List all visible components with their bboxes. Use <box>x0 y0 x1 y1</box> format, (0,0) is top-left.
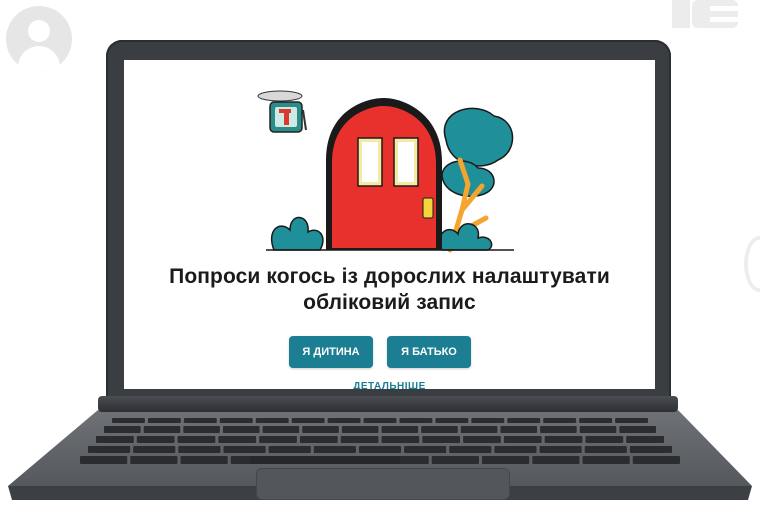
keyboard-key[interactable] <box>222 426 260 433</box>
keyboard-key[interactable] <box>435 418 469 423</box>
keyboard-key[interactable] <box>178 446 221 453</box>
keyboard-key[interactable] <box>460 426 498 433</box>
door-illustration <box>257 90 514 253</box>
keyboard-key[interactable] <box>381 426 419 433</box>
keyboard-key[interactable] <box>482 456 530 464</box>
keyboard-key[interactable] <box>582 456 630 464</box>
page-title-line-2: обліковий запис <box>303 291 476 314</box>
keyboard-key[interactable] <box>544 436 583 443</box>
keyboard-key[interactable] <box>399 418 433 423</box>
keyboard-key[interactable] <box>632 456 680 464</box>
keyboard-key[interactable] <box>381 436 420 443</box>
keyboard-key[interactable] <box>268 446 311 453</box>
keyboard-key[interactable] <box>626 436 664 443</box>
keyboard-key[interactable] <box>340 436 379 443</box>
keyboard-key[interactable] <box>431 456 479 464</box>
keyboard-key[interactable] <box>96 436 134 443</box>
keyboard-key[interactable] <box>143 426 181 433</box>
page-title: Попроси когось із дорослих налаштувати о… <box>124 264 655 316</box>
keyboard-key[interactable] <box>112 418 145 423</box>
keyboard-key[interactable] <box>80 456 128 464</box>
keyboard-key[interactable] <box>471 418 505 423</box>
keyboard-key[interactable] <box>449 446 492 453</box>
keyboard-key[interactable] <box>619 426 656 433</box>
keyboard-key[interactable] <box>543 418 577 423</box>
keyboard-key[interactable] <box>363 418 397 423</box>
app-screen: Попроси когось із дорослих налаштувати о… <box>124 60 655 389</box>
page-title-line-1: Попроси когось із дорослих налаштувати <box>169 265 610 288</box>
spacebar-key[interactable] <box>250 456 400 464</box>
keyboard-key[interactable] <box>180 456 228 464</box>
keyboard-key[interactable] <box>259 436 297 443</box>
keyboard-key[interactable] <box>532 456 580 464</box>
keyboard-key[interactable] <box>136 436 175 443</box>
keyboard-key[interactable] <box>147 418 181 423</box>
keyboard-key[interactable] <box>615 418 648 423</box>
i-am-child-button[interactable]: Я ДИТИНА <box>289 336 373 368</box>
keyboard-key[interactable] <box>223 446 266 453</box>
keyboard-key[interactable] <box>503 436 542 443</box>
keyboard-key[interactable] <box>183 418 217 423</box>
keyboard-key[interactable] <box>584 446 627 453</box>
laptop-mockup: Попроси когось із дорослих налаштувати о… <box>0 0 760 512</box>
keyboard-key[interactable] <box>218 436 257 443</box>
laptop-hinge <box>98 396 678 412</box>
keyboard-key[interactable] <box>104 426 141 433</box>
keyboard-key[interactable] <box>421 426 458 433</box>
keyboard-key[interactable] <box>579 418 613 423</box>
more-details-link[interactable]: ДЕТАЛЬНІШЕ <box>124 381 655 389</box>
keyboard-key[interactable] <box>539 446 582 453</box>
trackpad[interactable] <box>256 468 510 500</box>
i-am-parent-button[interactable]: Я БАТЬКО <box>387 336 471 368</box>
keyboard-key[interactable] <box>585 436 624 443</box>
keyboard-key[interactable] <box>255 418 289 423</box>
keyboard-key[interactable] <box>540 426 577 433</box>
keyboard-key[interactable] <box>130 456 178 464</box>
keyboard-key[interactable] <box>341 426 379 433</box>
keyboard-key[interactable] <box>302 426 339 433</box>
keyboard-key[interactable] <box>579 426 617 433</box>
keyboard-key[interactable] <box>507 418 541 423</box>
keyboard-key[interactable] <box>629 446 672 453</box>
keyboard-key[interactable] <box>291 418 325 423</box>
keyboard-key[interactable] <box>404 446 447 453</box>
keyboard-key[interactable] <box>327 418 361 423</box>
keyboard-key[interactable] <box>494 446 537 453</box>
keyboard-key[interactable] <box>358 446 402 453</box>
keyboard-key[interactable] <box>88 446 131 453</box>
keyboard-key[interactable] <box>177 436 216 443</box>
keyboard-key[interactable] <box>422 436 461 443</box>
drone-logo-icon <box>257 90 307 133</box>
keyboard-key[interactable] <box>299 436 338 443</box>
keyboard-key[interactable] <box>219 418 253 423</box>
keyboard-key[interactable] <box>183 426 220 433</box>
keyboard-key[interactable] <box>313 446 356 453</box>
keyboard-key[interactable] <box>463 436 501 443</box>
keyboard-key[interactable] <box>133 446 176 453</box>
keyboard-key[interactable] <box>262 426 300 433</box>
keyboard-key[interactable] <box>500 426 538 433</box>
